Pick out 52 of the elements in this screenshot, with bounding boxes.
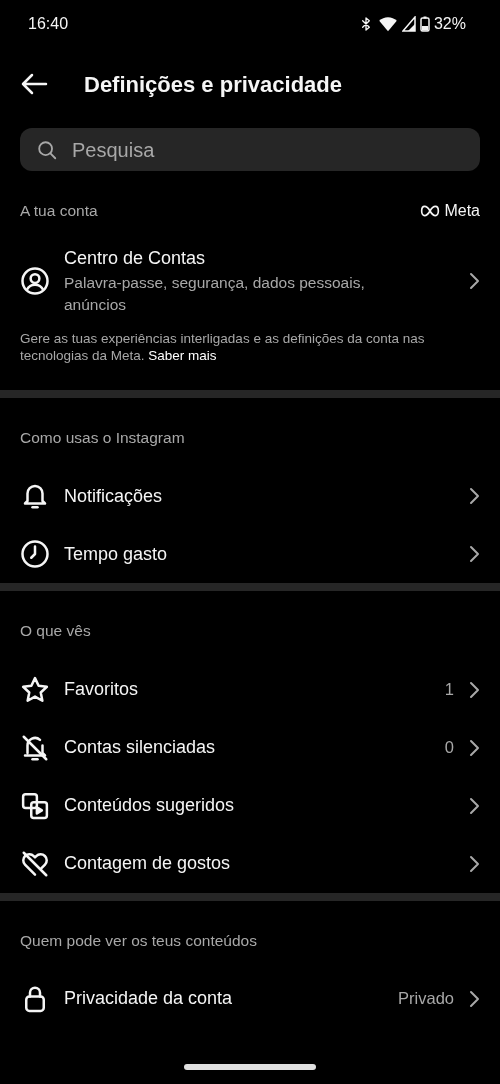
page-title: Definições e privacidade [84, 70, 342, 99]
star-icon [20, 674, 50, 705]
status-time: 16:40 [28, 14, 69, 34]
crossed-heart-icon [20, 848, 50, 879]
chevron-right-icon [468, 854, 480, 873]
section-heading: Quem pode ver os teus conteúdos [20, 930, 257, 951]
battery-icon [419, 16, 430, 32]
chevron-right-icon [468, 796, 480, 815]
row-label: Notificações [64, 484, 164, 508]
settings-row[interactable]: Tempo gasto [0, 525, 500, 584]
media-icon [20, 790, 50, 821]
signal-icon [401, 16, 416, 32]
row-label: Contas silenciadas [64, 736, 217, 759]
search-icon [36, 138, 58, 161]
chevron-right-icon [468, 738, 480, 757]
settings-row[interactable]: Centro de Contas Palavra-passe, segurança, dados pessoais, anúncios [0, 241, 500, 322]
row-value: 1 [444, 679, 454, 701]
chevron-right-icon [468, 545, 480, 564]
chevron-right-icon [468, 487, 480, 506]
section-heading: Como usas o Instagram [20, 428, 185, 448]
chevron-right-icon [468, 271, 480, 290]
row-label: Tempo gasto [64, 542, 169, 566]
row-value: 0 [444, 737, 454, 759]
learn-more-link[interactable]: Saber mais [148, 348, 217, 363]
chevron-right-icon [468, 989, 480, 1008]
search-bar[interactable]: Pesquisa [20, 128, 480, 171]
row-description: Palavra-passe, segurança, dados pessoais, anúncios [64, 273, 366, 315]
row-label: Privacidade da conta [64, 987, 234, 1011]
wifi-icon [377, 16, 398, 32]
section-heading: A tua conta [20, 201, 98, 222]
user-icon [20, 265, 50, 296]
row-value: Privado [398, 988, 454, 1010]
row-label: Contagem de gostos [64, 852, 232, 875]
settings-row[interactable]: Notificações [0, 467, 500, 526]
account-note: Gere as tuas experiências interligadas e as definições da conta nas tecnologias da Meta. Saber mais [20, 331, 425, 363]
settings-row[interactable]: Favoritos 1 [0, 660, 500, 719]
row-label: Favoritos [64, 678, 140, 701]
brand-name: Meta [444, 201, 480, 221]
muted-bell-icon [20, 732, 50, 763]
settings-row[interactable]: Conteúdos sugeridos [0, 776, 500, 835]
settings-row[interactable]: Privacidade da conta Privado [0, 969, 500, 1028]
search-field[interactable]: Pesquisa [70, 133, 464, 166]
settings-row[interactable]: Contagem de gostos [0, 834, 500, 893]
back-button[interactable] [20, 73, 48, 95]
battery-percentage: 32% [433, 14, 466, 34]
row-label: Conteúdos sugeridos [64, 794, 236, 817]
section-heading: O que vês [20, 621, 91, 642]
settings-row[interactable]: Contas silenciadas 0 [0, 718, 500, 777]
clock-icon [20, 539, 50, 570]
infinity-logo-icon [420, 205, 441, 217]
row-label: Centro de Contas [64, 247, 207, 270]
chevron-right-icon [468, 680, 480, 699]
